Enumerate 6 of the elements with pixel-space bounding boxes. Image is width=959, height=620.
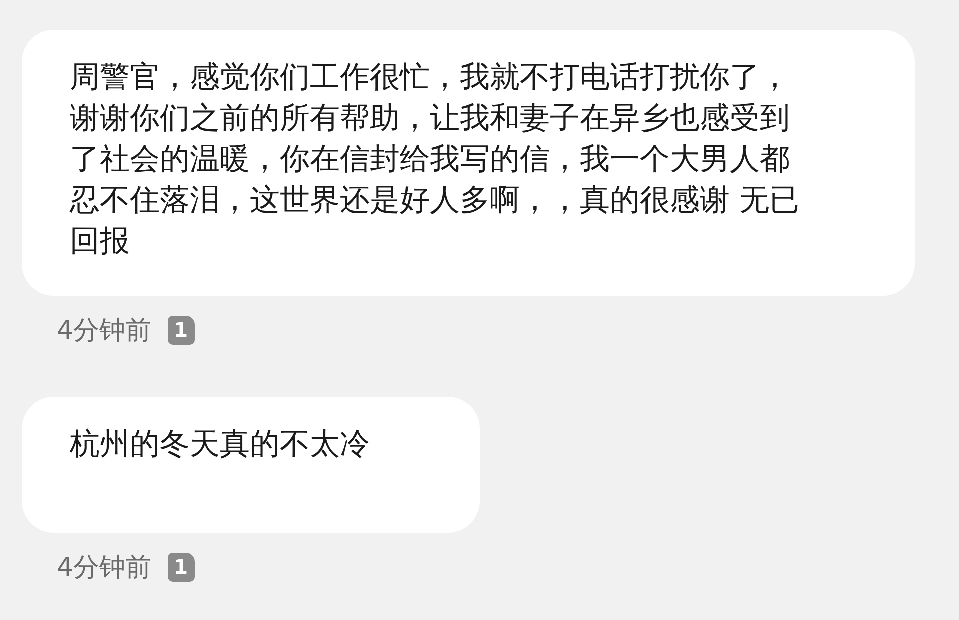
timestamp: 4分钟前 — [57, 314, 152, 348]
count-badge: 1 — [168, 316, 195, 344]
message-text: 周警官，感觉你们工作很忙，我就不打电话打扰你了，谢谢你们之前的所有帮助，让我和妻子在异乡也感受到了社会的温暖，你在信封给我写的信，我一个大男人都忍不住落泪，这世界还是好人多啊，，真的很感谢 无已回报 — [70, 59, 801, 261]
timestamp: 4分钟前 — [57, 552, 152, 584]
count-badge: 1 — [168, 552, 195, 582]
message-text: 杭州的冬天真的不太冷 — [70, 426, 370, 464]
